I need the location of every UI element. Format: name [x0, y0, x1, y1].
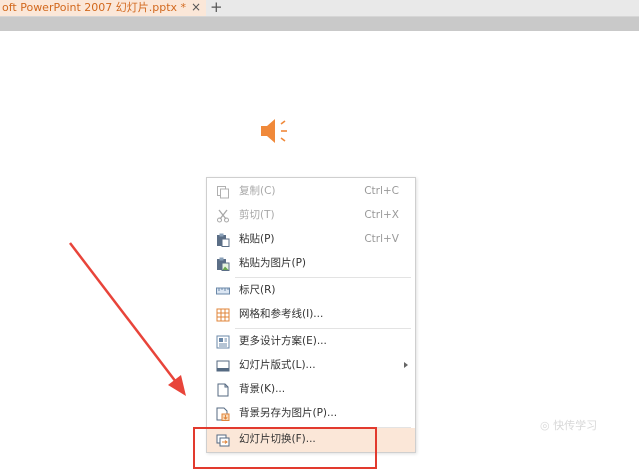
- watermark: ◎ 快传学习: [540, 419, 598, 432]
- annotation-arrow: [69, 242, 186, 396]
- highlight-box: [193, 427, 377, 469]
